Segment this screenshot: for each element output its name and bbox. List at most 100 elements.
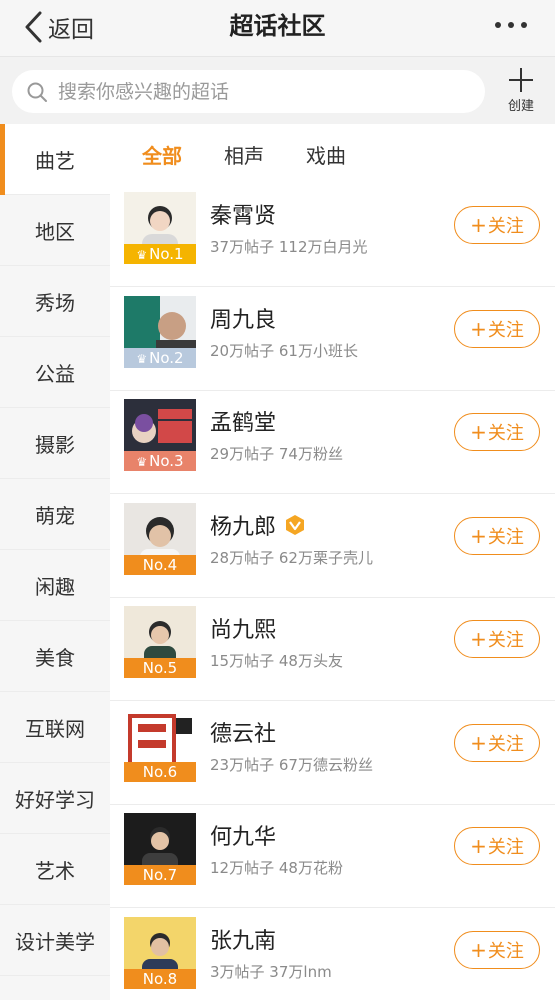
- topic-name-text: 德云社: [210, 721, 277, 747]
- search-input[interactable]: [58, 80, 458, 103]
- sidebar-item-label: 互联网: [25, 716, 85, 741]
- rank-label: No.1: [149, 245, 184, 263]
- plus-icon: [509, 68, 533, 92]
- topic-stats: 15万帖子 48万头友: [210, 652, 343, 670]
- sidebar-item-label: 曲艺: [35, 148, 75, 173]
- list-item[interactable]: No.5 尚九熙 15万帖子 48万头友 + 关注: [110, 598, 555, 701]
- sidebar-item-label: 美食: [35, 645, 75, 670]
- sidebar-item[interactable]: 萌宠: [0, 479, 110, 550]
- sidebar-item[interactable]: 曲艺: [0, 124, 110, 195]
- topic-name: 孟鹤堂: [210, 405, 276, 437]
- avatar: ♛ No.2: [124, 295, 196, 368]
- follow-button[interactable]: + 关注: [454, 620, 540, 658]
- follow-label: 关注: [487, 319, 524, 341]
- topic-name-text: 秦霄贤: [210, 204, 277, 229]
- follow-label: 关注: [487, 216, 524, 237]
- topic-stats: 37万帖子 112万白月光: [210, 238, 368, 256]
- avatar: No.7: [124, 813, 196, 885]
- topic-name: 德云社: [210, 716, 276, 748]
- sidebar-item[interactable]: 设计美学: [0, 905, 110, 976]
- follow-label: 关注: [487, 423, 524, 444]
- list-item[interactable]: No.4 杨九郎 28万帖子 62万栗子壳儿 + 关注: [110, 495, 555, 598]
- topic-name: 杨九郎: [210, 509, 306, 541]
- follow-button[interactable]: + 关注: [454, 206, 540, 244]
- rank-badge: ♛ No.1: [124, 244, 196, 264]
- plus-icon: +: [470, 316, 487, 341]
- follow-label: 关注: [487, 940, 524, 962]
- sidebar-item[interactable]: 互联网: [0, 692, 110, 763]
- follow-button[interactable]: + 关注: [454, 413, 540, 451]
- list-item[interactable]: No.6 德云社 23万帖子 67万德云粉丝 + 关注: [110, 702, 555, 805]
- sidebar-item[interactable]: 艺术: [0, 834, 110, 905]
- sidebar-item-label: 好好学习: [15, 787, 95, 812]
- list-item[interactable]: ♛ No.3 孟鹤堂 29万帖子 74万粉丝 + 关注: [110, 391, 555, 494]
- follow-label: 关注: [487, 630, 524, 651]
- rank-badge: ♛ No.3: [124, 451, 196, 471]
- list-item[interactable]: No.7 何九华 12万帖子 48万花粉 + 关注: [110, 805, 555, 908]
- sidebar-item[interactable]: 闲趣: [0, 550, 110, 621]
- topic-name: 张九南: [210, 923, 276, 955]
- verified-badge-icon: [284, 514, 306, 536]
- rank-label: No.4: [142, 555, 178, 574]
- plus-icon: +: [470, 420, 487, 444]
- category-sidebar: 曲艺地区秀场公益摄影萌宠闲趣美食互联网好好学习艺术设计美学: [0, 124, 110, 1000]
- avatar: ♛ No.3: [124, 399, 196, 471]
- plus-icon: +: [470, 730, 487, 755]
- tab-item[interactable]: 相声: [224, 140, 264, 169]
- topic-name: 秦霄贤: [210, 198, 276, 230]
- rank-label: No.6: [142, 762, 178, 781]
- follow-button[interactable]: + 关注: [454, 723, 540, 762]
- crown-icon: ♛: [136, 455, 148, 469]
- list-item[interactable]: ♛ No.2 周九良 20万帖子 61万小班长 + 关注: [110, 288, 555, 391]
- sidebar-item[interactable]: 好好学习: [0, 763, 110, 834]
- rank-badge: No.6: [124, 761, 196, 782]
- plus-icon: +: [470, 523, 487, 548]
- sidebar-item-label: 设计美学: [15, 929, 95, 954]
- sidebar-item[interactable]: 秀场: [0, 266, 110, 337]
- avatar: No.8: [124, 916, 196, 989]
- sidebar-item[interactable]: 地区: [0, 195, 110, 266]
- rank-badge: No.4: [124, 554, 196, 575]
- topic-name-text: 何九华: [210, 825, 277, 850]
- follow-button[interactable]: + 关注: [454, 516, 540, 555]
- list-item[interactable]: ♛ No.1 秦霄贤 37万帖子 112万白月光 + 关注: [110, 184, 555, 287]
- avatar: No.4: [124, 502, 196, 575]
- rank-label: No.7: [142, 866, 178, 884]
- topic-name-text: 周九良: [210, 307, 277, 333]
- rank-badge: ♛ No.2: [124, 347, 196, 368]
- plus-icon: +: [470, 213, 487, 237]
- topic-name-text: 杨九郎: [210, 514, 277, 540]
- sidebar-item-label: 艺术: [35, 858, 75, 883]
- search-box[interactable]: [12, 70, 485, 113]
- topic-name: 尚九熙: [210, 612, 276, 644]
- plus-icon: +: [470, 834, 487, 858]
- crown-icon: ♛: [136, 248, 148, 262]
- sidebar-item-label: 秀场: [35, 290, 75, 315]
- main-content: 全部 相声 戏曲 ♛ No.1 秦霄贤 37万帖子 112万白月光 + 关注 ♛ No.2 周九良 2…: [110, 124, 555, 1000]
- topic-name-text: 尚九熙: [210, 618, 277, 643]
- list-item[interactable]: No.8 张九南 3万帖子 37万lnm + 关注: [110, 909, 555, 1000]
- topic-name-text: 孟鹤堂: [210, 411, 277, 436]
- follow-button[interactable]: + 关注: [454, 930, 540, 969]
- sidebar-item-label: 萌宠: [35, 503, 75, 528]
- tab-item[interactable]: 全部: [142, 140, 182, 169]
- follow-button[interactable]: + 关注: [454, 827, 540, 865]
- sidebar-item-label: 地区: [35, 219, 75, 244]
- more-options-icon[interactable]: [495, 22, 527, 28]
- page-title: 超话社区: [229, 12, 326, 40]
- sidebar-item[interactable]: 美食: [0, 621, 110, 692]
- rank-label: No.8: [142, 969, 178, 988]
- follow-label: 关注: [487, 733, 524, 755]
- sidebar-item[interactable]: 摄影: [0, 408, 110, 479]
- sidebar-item-label: 公益: [35, 361, 75, 386]
- follow-label: 关注: [487, 526, 524, 548]
- avatar: No.6: [124, 709, 196, 782]
- rank-badge: No.8: [124, 968, 196, 989]
- tab-item[interactable]: 戏曲: [306, 140, 346, 169]
- avatar: ♛ No.1: [124, 192, 196, 264]
- crown-icon: ♛: [136, 351, 148, 366]
- create-label: 创建: [507, 99, 534, 114]
- create-button[interactable]: 创建: [496, 63, 546, 114]
- sidebar-item[interactable]: 公益: [0, 337, 110, 408]
- follow-button[interactable]: + 关注: [454, 309, 540, 348]
